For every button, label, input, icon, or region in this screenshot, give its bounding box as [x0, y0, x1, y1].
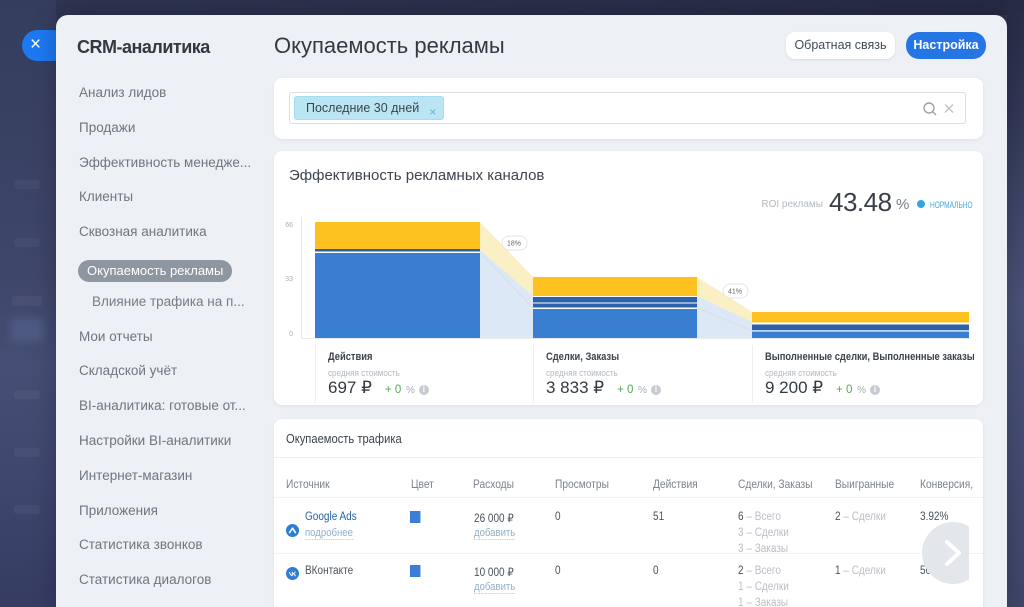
svg-text:33: 33 — [285, 276, 293, 283]
svg-text:41%: 41% — [728, 289, 742, 296]
svg-text:18%: 18% — [507, 241, 521, 248]
svg-text:0: 0 — [289, 331, 293, 338]
svg-text:66: 66 — [285, 222, 293, 229]
